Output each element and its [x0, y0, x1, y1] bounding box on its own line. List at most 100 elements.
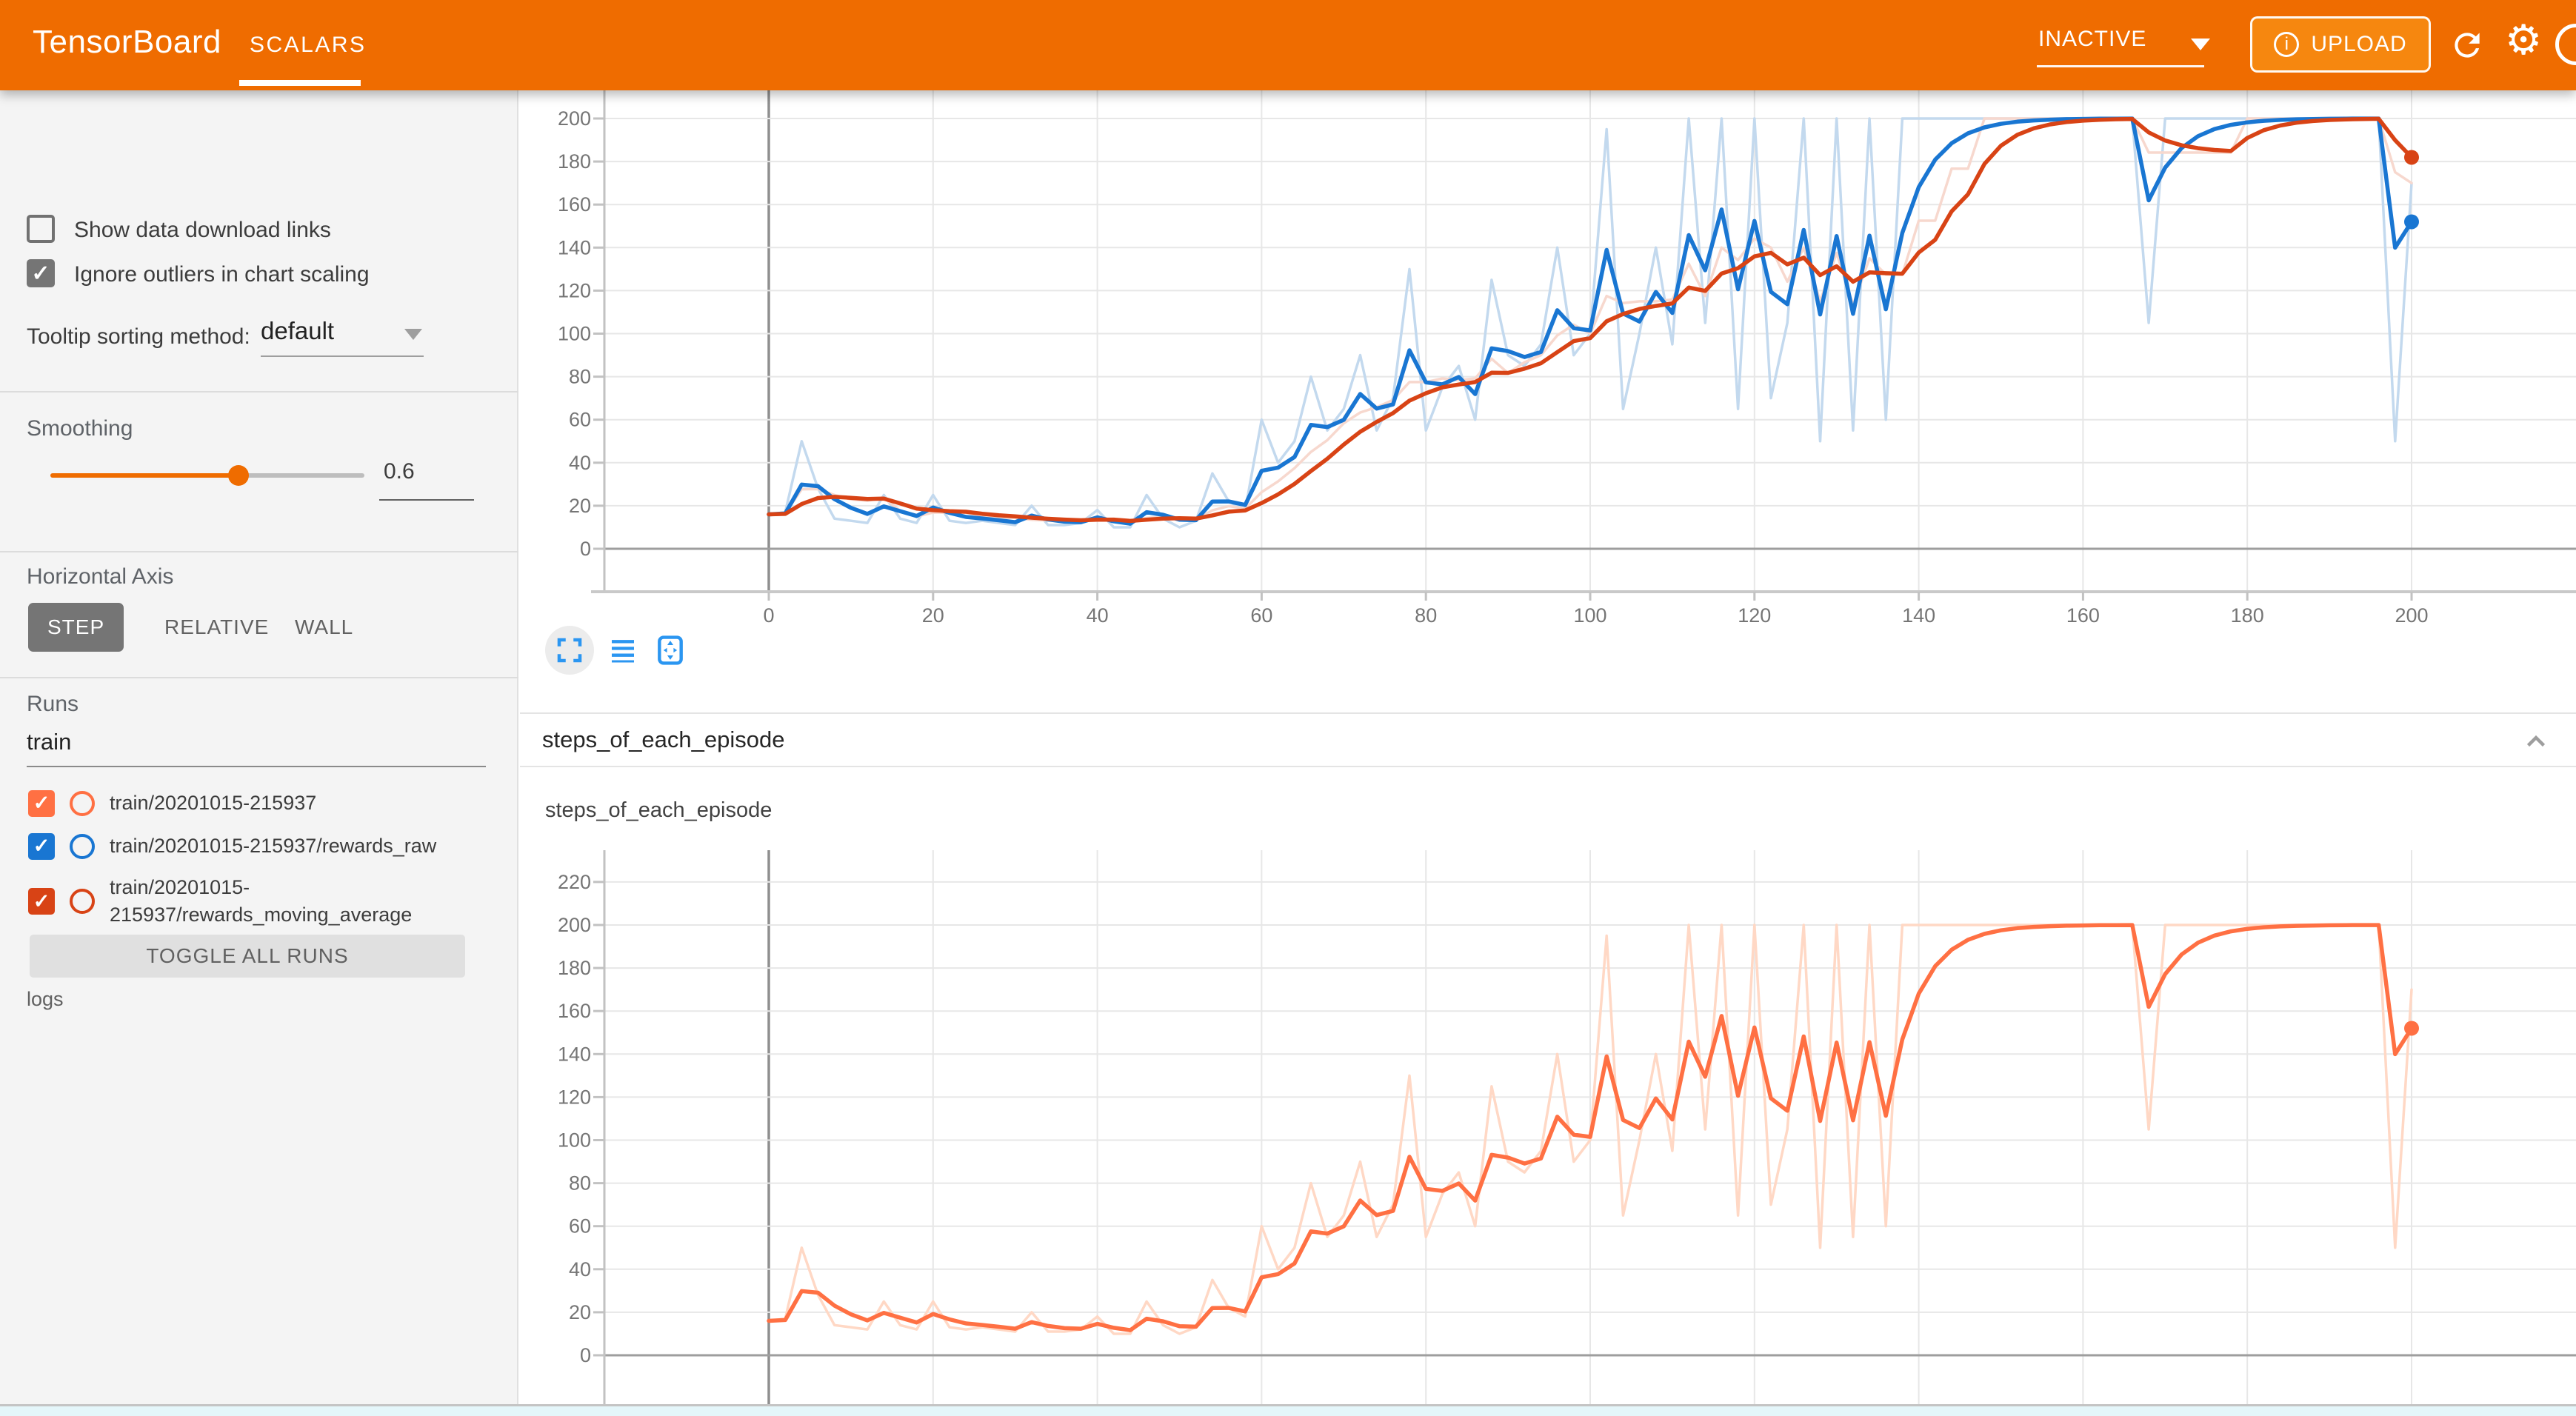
expand-icon[interactable]: [545, 626, 594, 675]
svg-text:180: 180: [558, 957, 591, 979]
svg-text:140: 140: [1902, 604, 1935, 627]
tooltip-sorting-select[interactable]: default: [261, 317, 424, 357]
checkbox-icon[interactable]: [27, 259, 55, 287]
svg-text:20: 20: [922, 604, 944, 627]
divider: [0, 391, 518, 393]
run-label: train/20201015-215937/rewards_raw: [110, 832, 513, 860]
run-checkbox-icon[interactable]: [28, 833, 55, 860]
slider-fill: [50, 473, 238, 478]
run-row[interactable]: train/20201015-215937/rewards_moving_ave…: [28, 874, 513, 929]
smoothing-value[interactable]: 0.6: [384, 459, 415, 484]
app-header: TensorBoard SCALARS INACTIVE i UPLOAD ⚙: [0, 0, 2576, 90]
axis-option-relative[interactable]: RELATIVE: [145, 603, 288, 652]
smoothing-value-underline: [379, 499, 474, 501]
svg-text:120: 120: [558, 1086, 591, 1108]
tab-active-underline: [239, 80, 361, 86]
checkbox-icon[interactable]: [27, 215, 55, 243]
rewards-chart[interactable]: 0 20 40 60 80 100 120 140 160 180 200 0 20 40 60 80 100 1…: [518, 90, 2576, 638]
section-title: steps_of_each_episode: [542, 727, 784, 753]
settings-gear-icon[interactable]: ⚙: [2505, 19, 2542, 61]
svg-text:140: 140: [558, 1043, 591, 1065]
bottom-scroll-strip[interactable]: [0, 1404, 2576, 1416]
svg-text:120: 120: [558, 279, 591, 301]
svg-text:200: 200: [2395, 604, 2428, 627]
run-filter-input[interactable]: [27, 729, 486, 767]
svg-text:160: 160: [558, 1000, 591, 1022]
upload-button[interactable]: i UPLOAD: [2250, 16, 2431, 73]
status-dropdown[interactable]: INACTIVE: [2038, 27, 2146, 52]
tab-scalars[interactable]: SCALARS: [250, 33, 367, 58]
svg-text:160: 160: [2066, 604, 2100, 627]
show-download-links-checkbox[interactable]: [27, 215, 55, 243]
chart-card-title: steps_of_each_episode: [545, 798, 772, 823]
svg-text:140: 140: [558, 236, 591, 258]
tooltip-sorting-label: Tooltip sorting method:: [27, 324, 250, 350]
svg-text:100: 100: [558, 1129, 591, 1152]
svg-text:60: 60: [569, 409, 591, 431]
svg-text:180: 180: [2231, 604, 2264, 627]
run-row[interactable]: train/20201015-215937/rewards_raw: [28, 832, 513, 860]
run-label: train/20201015-215937: [110, 789, 513, 817]
run-checkbox-icon[interactable]: [28, 888, 55, 915]
toggle-all-runs-button[interactable]: TOGGLE ALL RUNS: [30, 935, 465, 978]
svg-text:100: 100: [1573, 604, 1606, 627]
refresh-icon[interactable]: [2449, 27, 2486, 64]
svg-text:200: 200: [558, 107, 591, 130]
svg-text:220: 220: [558, 871, 591, 893]
svg-text:160: 160: [558, 193, 591, 216]
status-dropdown-underline: [2037, 65, 2204, 67]
run-label: train/20201015-215937/rewards_moving_ave…: [110, 874, 513, 929]
divider: [0, 677, 518, 678]
svg-text:180: 180: [558, 150, 591, 173]
chevron-down-icon[interactable]: [2191, 39, 2210, 50]
svg-text:80: 80: [569, 1172, 591, 1195]
chevron-up-icon[interactable]: [2523, 729, 2549, 755]
show-download-links-label: Show data download links: [74, 218, 331, 243]
svg-text:20: 20: [569, 495, 591, 517]
svg-text:40: 40: [569, 452, 591, 474]
svg-text:100: 100: [558, 323, 591, 345]
svg-text:0: 0: [580, 538, 591, 560]
slider-thumb[interactable]: [228, 465, 249, 486]
run-color-circle-icon[interactable]: [70, 834, 95, 859]
run-row[interactable]: train/20201015-215937: [28, 789, 513, 817]
smoothing-label: Smoothing: [27, 416, 133, 441]
svg-text:80: 80: [569, 366, 591, 388]
help-icon[interactable]: [2555, 24, 2576, 65]
select-underline: [261, 355, 424, 357]
svg-text:120: 120: [1738, 604, 1771, 627]
run-color-circle-icon[interactable]: [70, 889, 95, 914]
steps-of-each-episode-chart[interactable]: 0 20 40 60 80 100 120 140 160 180 200 220: [518, 837, 2576, 1404]
svg-text:60: 60: [1250, 604, 1272, 627]
fit-domain-icon[interactable]: [652, 626, 689, 675]
svg-text:200: 200: [558, 914, 591, 936]
svg-text:0: 0: [763, 604, 774, 627]
smoothing-slider[interactable]: [50, 473, 364, 478]
divider: [0, 551, 518, 552]
run-color-circle-icon[interactable]: [70, 791, 95, 816]
svg-text:60: 60: [569, 1215, 591, 1238]
info-icon: i: [2274, 32, 2299, 57]
svg-text:40: 40: [1087, 604, 1109, 627]
run-checkbox-icon[interactable]: [28, 790, 55, 817]
ignore-outliers-label: Ignore outliers in chart scaling: [74, 262, 370, 287]
log-scale-icon[interactable]: [604, 626, 641, 675]
svg-text:80: 80: [1415, 604, 1437, 627]
ignore-outliers-checkbox[interactable]: [27, 259, 55, 287]
upload-button-label: UPLOAD: [2311, 32, 2406, 57]
svg-text:0: 0: [580, 1344, 591, 1366]
svg-text:40: 40: [569, 1258, 591, 1280]
axis-option-step[interactable]: STEP: [28, 603, 124, 652]
svg-text:20: 20: [569, 1301, 591, 1323]
settings-sidebar: Show data download links Ignore outliers…: [0, 90, 518, 1404]
tensorboard-app: { "header": { "title": "TensorBoard", "t…: [0, 0, 2576, 1416]
chart-toolbar: [545, 624, 689, 677]
chevron-down-icon: [404, 329, 422, 340]
app-title: TensorBoard: [33, 24, 221, 61]
logs-label: logs: [27, 988, 64, 1011]
tooltip-sorting-value: default: [261, 317, 424, 345]
section-header-steps-of-each-episode[interactable]: steps_of_each_episode: [520, 712, 2576, 767]
runs-label: Runs: [27, 692, 79, 717]
axis-option-wall[interactable]: WALL: [276, 603, 373, 652]
horizontal-axis-label: Horizontal Axis: [27, 564, 173, 590]
